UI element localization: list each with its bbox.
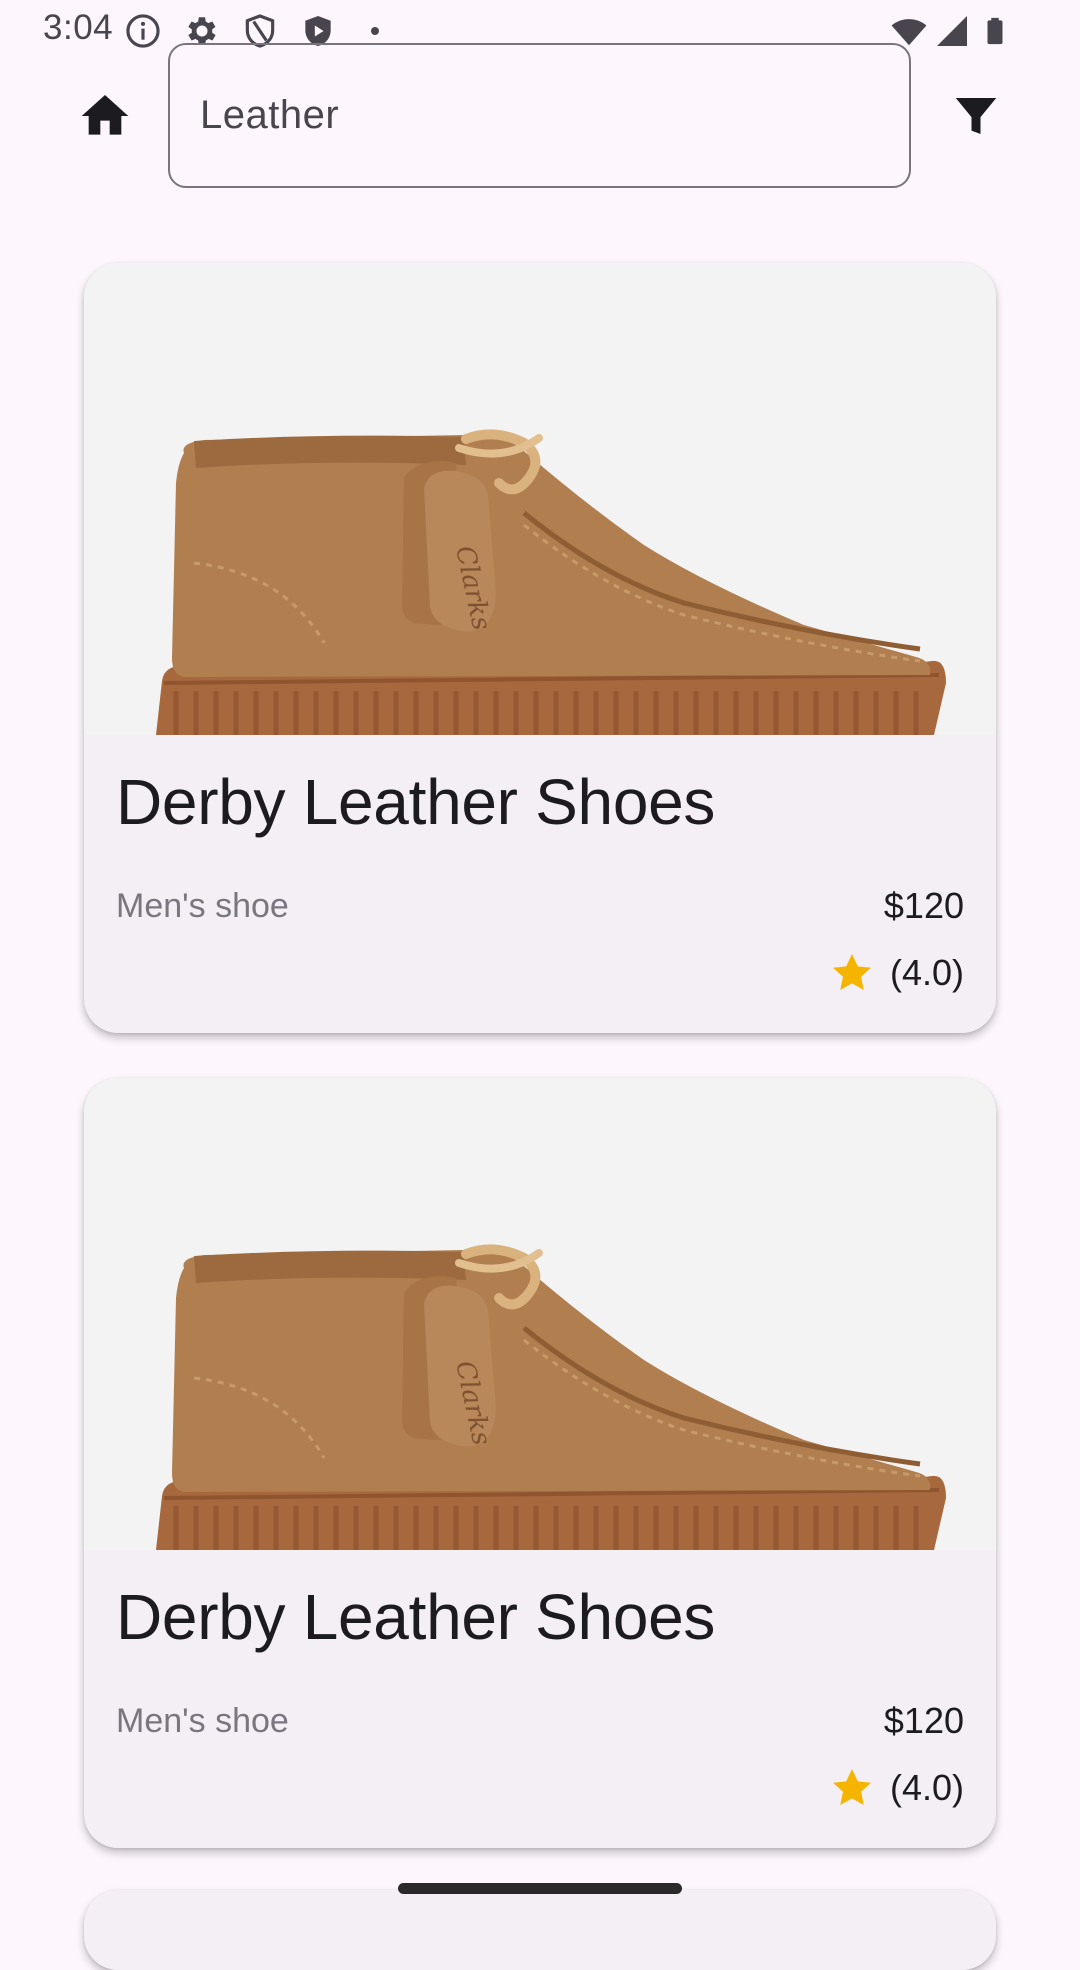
status-time: 3:04 [43,8,114,47]
product-rating: (4.0) [828,949,964,997]
product-subtitle: Men's shoe [116,1702,289,1740]
battery-icon [980,12,1010,50]
rating-text: (4.0) [889,952,964,993]
product-title: Derby Leather Shoes [116,766,716,838]
filter-button[interactable] [946,86,1006,146]
product-price: $120 [883,1700,964,1741]
product-image: Clarks [84,263,996,735]
product-price: $120 [883,885,964,926]
product-image: Clarks [84,1078,996,1550]
home-button[interactable] [72,86,138,146]
product-card[interactable]: Clarks Derby Leather Shoes Men's shoe $1… [84,1078,996,1848]
product-rating: (4.0) [828,1764,964,1812]
product-card[interactable]: Clarks Derby Leather Shoes Men's shoe $1… [84,263,996,1033]
signal-icon [934,12,970,50]
product-title: Derby Leather Shoes [116,1581,716,1653]
rating-text: (4.0) [889,1767,964,1808]
search-field[interactable] [168,43,911,188]
filter-icon [955,98,997,134]
gesture-navigation-bar[interactable] [398,1883,682,1894]
star-icon [828,949,876,997]
star-icon [828,1764,876,1812]
home-icon [81,95,129,135]
product-card-peek[interactable] [84,1890,996,1970]
product-subtitle: Men's shoe [116,887,289,925]
search-input[interactable] [200,45,880,186]
info-icon [124,12,162,50]
